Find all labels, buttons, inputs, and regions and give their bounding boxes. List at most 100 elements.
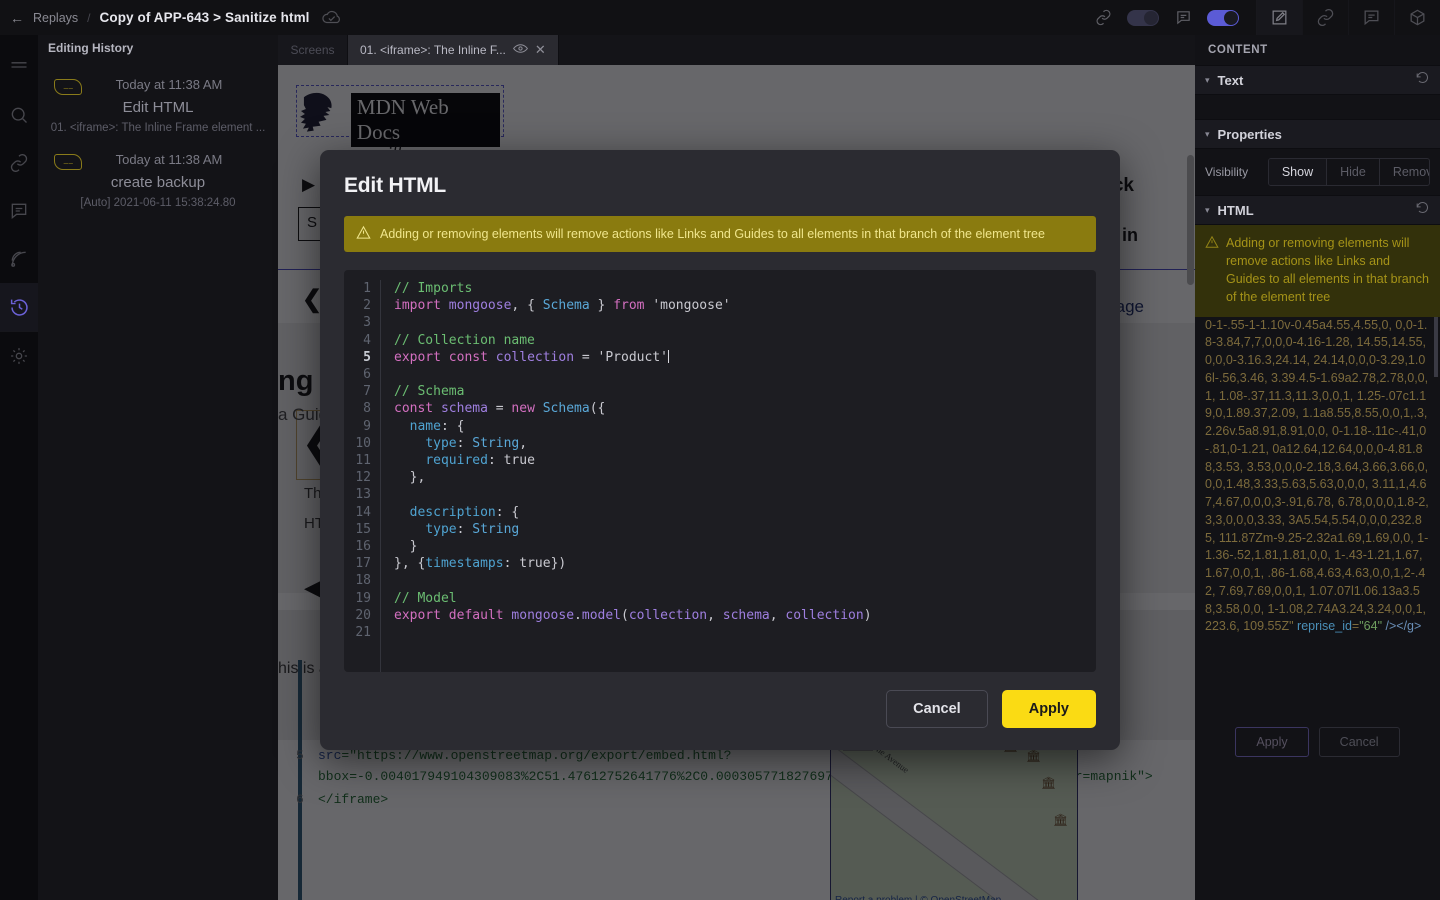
editor-line-numbers: 1 2 3 4 5 6 7 8 9 10 11 12 13 14 15 16 17 18 19 20 21 <box>344 280 380 672</box>
editor-line-number: 4 <box>363 332 371 348</box>
comment-panel-button[interactable] <box>1348 0 1394 35</box>
editor-code-line: import mongoose, { Schema } from 'mongoo… <box>394 298 731 314</box>
editor-code-line: export const collection = 'Product' <box>394 349 669 365</box>
html-code-attribute-value: "64" <box>1359 619 1383 634</box>
editor-code-line: export default mongoose.model(collection… <box>394 607 872 623</box>
html-panel-actions: Apply Cancel <box>1195 717 1440 767</box>
html-code-tail: /></g> <box>1385 619 1422 634</box>
section-title: Properties <box>1217 126 1282 142</box>
link-panel-button[interactable] <box>1302 0 1348 35</box>
top-bar: ← Replays / Copy of APP-643 > Sanitize h… <box>0 0 1440 35</box>
history-entry[interactable]: ⚊⚊ Today at 11:38 AM create backup [Auto… <box>46 144 270 219</box>
editor-line-number: 13 <box>355 487 371 503</box>
text-section-body <box>1195 95 1440 119</box>
menu-icon[interactable] <box>0 43 38 91</box>
panel-header: CONTENT <box>1208 44 1268 56</box>
editor-code-line: } <box>409 539 418 555</box>
chevron-down-icon[interactable]: ▾ <box>1205 75 1210 86</box>
editor-code-line <box>394 624 1096 641</box>
broadcast-icon[interactable] <box>0 235 38 283</box>
visibility-segmented-control[interactable]: Show Hide Remove <box>1267 158 1430 186</box>
editor-line-number: 12 <box>355 470 371 486</box>
html-apply-button[interactable]: Apply <box>1235 726 1309 757</box>
left-arrow-icon: ← <box>10 9 24 26</box>
cancel-button[interactable]: Cancel <box>886 690 988 728</box>
link-toggle[interactable] <box>1127 9 1159 26</box>
close-icon[interactable]: ✕ <box>535 42 546 58</box>
html-code-viewer[interactable]: 0-1-.55-1-1.10v-0.45a4.55,4.55,0, 0,0-1.… <box>1195 316 1440 717</box>
comment-icon[interactable] <box>1166 0 1200 35</box>
link-icon[interactable] <box>1086 0 1120 35</box>
chevron-down-icon[interactable]: ▾ <box>1205 129 1210 140</box>
link-icon[interactable] <box>0 139 38 187</box>
warning-triangle-icon <box>1205 235 1219 307</box>
tab-strip: Screens 01. <iframe>: The Inline F... ✕ <box>278 35 1196 65</box>
back-to-replays-button[interactable]: ← Replays <box>0 10 78 26</box>
edit-html-modal: Edit HTML Adding or removing elements wi… <box>320 150 1120 750</box>
editor-line-number: 2 <box>363 298 371 314</box>
tab-iframe-doc[interactable]: 01. <iframe>: The Inline F... ✕ <box>348 35 559 65</box>
editor-line-number: 5 <box>363 349 371 365</box>
editor-line-number: 6 <box>363 367 371 383</box>
html-warning-text: Adding or removing elements will remove … <box>1226 236 1429 305</box>
back-label: Replays <box>33 10 79 25</box>
section-html-header[interactable]: ▾ HTML <box>1195 195 1440 225</box>
editor-code-line: // Model <box>394 590 457 606</box>
text-cursor <box>667 349 669 363</box>
revert-icon[interactable] <box>1415 70 1430 90</box>
modal-warning-text: Adding or removing elements will remove … <box>380 227 1045 241</box>
html-cancel-button[interactable]: Cancel <box>1318 726 1400 757</box>
editor-code-line: }, <box>409 470 426 486</box>
html-code-editor[interactable]: 1 2 3 4 5 6 7 8 9 10 11 12 13 14 15 16 17 18 19 20 21 // Imp… <box>344 270 1096 672</box>
editor-line-number: 20 <box>355 607 371 623</box>
section-properties-header[interactable]: ▾ Properties <box>1195 119 1440 149</box>
chevron-down-icon[interactable]: ▾ <box>1205 205 1210 216</box>
section-text-header[interactable]: ▾ Text <box>1195 65 1440 95</box>
html-code-scrollbar[interactable] <box>1434 316 1438 377</box>
html-warning-banner: Adding or removing elements will remove … <box>1195 225 1440 317</box>
history-entry[interactable]: ⚊⚊ Today at 11:38 AM Edit HTML 01. <ifra… <box>46 69 270 144</box>
editor-code-area[interactable]: // Imports import mongoose, { Schema } fr… <box>380 280 1096 672</box>
cube-panel-button[interactable] <box>1394 0 1440 35</box>
editor-line-number: 17 <box>355 556 371 572</box>
edit-panel-button[interactable] <box>1256 0 1302 35</box>
section-title: Text <box>1217 72 1244 88</box>
modal-action-bar: Cancel Apply <box>344 672 1096 750</box>
breadcrumb-separator: / <box>87 10 91 25</box>
warning-triangle-icon <box>356 225 371 243</box>
history-icon[interactable] <box>0 283 38 331</box>
editor-code-line: required: true <box>425 453 535 469</box>
apply-button[interactable]: Apply <box>1001 690 1096 728</box>
editor-line-number: 16 <box>355 539 371 555</box>
history-entry-title: Edit HTML <box>122 99 194 116</box>
modal-title: Edit HTML <box>344 174 447 197</box>
editor-code-line <box>394 366 1096 383</box>
html-code-path: 0-1-.55-1-1.10v-0.45a4.55,4.55,0, 0,0-1.… <box>1205 317 1429 634</box>
editor-code-line: description: { <box>409 504 520 520</box>
editor-code-line: // Collection name <box>394 332 535 348</box>
comment-toggle[interactable] <box>1207 9 1239 26</box>
visibility-label: Visibility <box>1205 165 1249 179</box>
edit-badge-icon: ⚊⚊ <box>54 79 82 95</box>
revert-icon[interactable] <box>1415 200 1430 220</box>
history-entry-subtitle: [Auto] 2021-06-11 15:38:24.80 <box>80 197 236 209</box>
gear-icon[interactable] <box>0 332 38 380</box>
editor-code-line: name: { <box>409 418 465 434</box>
visibility-option-remove[interactable]: Remove <box>1380 159 1429 185</box>
visibility-option-show[interactable]: Show <box>1268 159 1328 185</box>
editor-line-number: 7 <box>363 384 371 400</box>
editor-code-line: type: String, <box>425 435 528 451</box>
editor-line-number: 18 <box>355 573 371 589</box>
page-title: Copy of APP-643 > Sanitize html <box>99 10 310 25</box>
visibility-option-hide[interactable]: Hide <box>1327 159 1380 185</box>
editing-history-panel: Editing History ⚊⚊ Today at 11:38 AM Edi… <box>38 35 278 900</box>
tab-screens[interactable]: Screens <box>278 35 348 65</box>
section-title: HTML <box>1217 202 1254 218</box>
editor-line-number: 9 <box>363 418 371 434</box>
editor-code-line: type: String <box>425 521 520 537</box>
search-icon[interactable] <box>0 91 38 139</box>
editor-line-number: 10 <box>355 435 371 451</box>
comment-icon[interactable] <box>0 187 38 235</box>
edit-badge-icon: ⚊⚊ <box>54 154 82 170</box>
eye-icon[interactable] <box>512 43 528 57</box>
